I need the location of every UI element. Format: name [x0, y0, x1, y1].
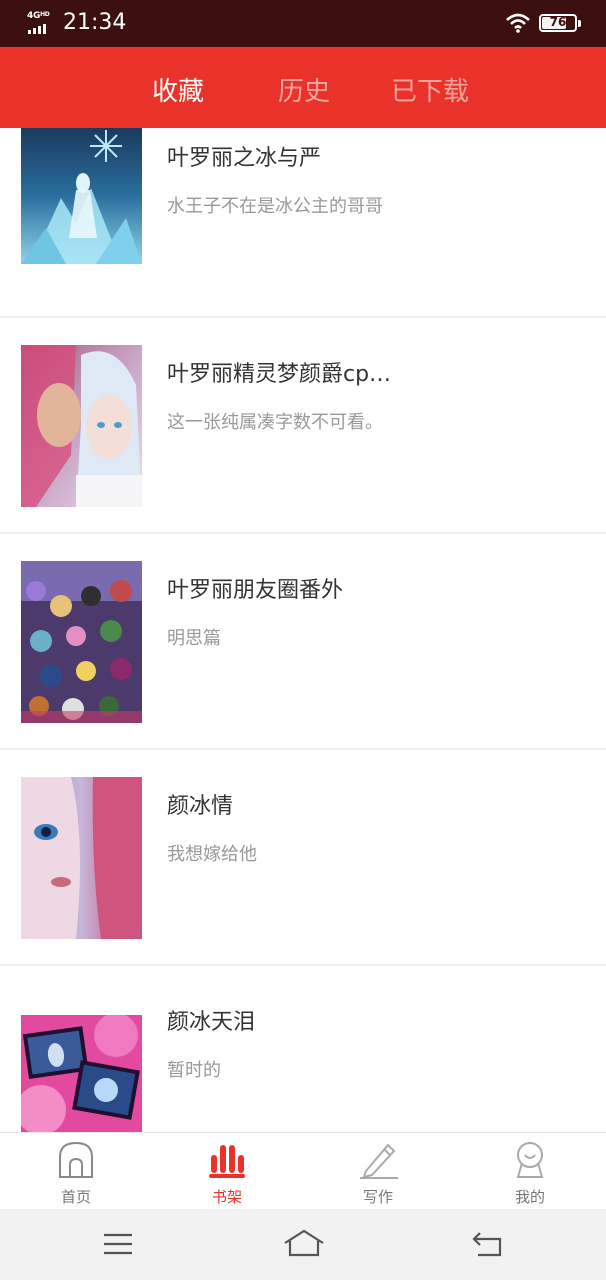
nav-write[interactable]: 写作 — [318, 1133, 438, 1210]
bookshelf-list: 叶罗丽之冰与严 水王子不在是冰公主的哥哥 叶罗丽精灵梦颜爵cp… 这一张纯属凑字… — [0, 128, 606, 1132]
book-description: 暂时的 — [167, 1060, 221, 1081]
system-home-icon[interactable] — [283, 1229, 325, 1259]
nav-write-label: 写作 — [362, 1188, 393, 1206]
book-cover — [21, 1015, 142, 1132]
pen-icon — [360, 1143, 398, 1179]
book-item[interactable]: 颜冰天泪 暂时的 — [0, 966, 606, 1132]
network-indicator: 4GHD — [26, 11, 56, 35]
nav-mine[interactable]: 我的 — [470, 1133, 590, 1210]
signal-icon — [28, 24, 46, 34]
nav-home-label: 首页 — [60, 1188, 91, 1206]
system-nav-bar — [0, 1209, 606, 1280]
bottom-nav: 首页 书架 写作 我的 — [0, 1132, 606, 1209]
book-item[interactable]: 叶罗丽之冰与严 水王子不在是冰公主的哥哥 — [0, 128, 606, 318]
nav-bookshelf[interactable]: 书架 — [167, 1133, 287, 1210]
book-description: 我想嫁给他 — [167, 844, 257, 865]
network-label: 4GHD — [27, 11, 50, 21]
book-description: 明思篇 — [167, 628, 221, 649]
nav-home[interactable]: 首页 — [16, 1133, 136, 1210]
battery-level: 76 — [549, 15, 567, 29]
book-cover — [21, 777, 142, 939]
tab-history[interactable]: 历史 — [278, 71, 330, 108]
tab-favorites[interactable]: 收藏 — [152, 71, 204, 108]
bookshelf-icon — [209, 1145, 245, 1178]
status-time: 21:34 — [63, 10, 127, 35]
book-cover — [21, 128, 142, 264]
book-description: 水王子不在是冰公主的哥哥 — [167, 196, 383, 217]
book-title: 叶罗丽朋友圈番外 — [167, 578, 344, 603]
profile-icon — [516, 1142, 544, 1178]
home-icon — [59, 1141, 93, 1178]
book-title: 叶罗丽精灵梦颜爵cp… — [167, 362, 392, 387]
book-item[interactable]: 颜冰情 我想嫁给他 — [0, 750, 606, 966]
battery-indicator: 76 — [539, 14, 581, 32]
nav-bookshelf-label: 书架 — [211, 1188, 242, 1206]
book-item[interactable]: 叶罗丽朋友圈番外 明思篇 — [0, 534, 606, 750]
wifi-icon — [506, 13, 530, 33]
top-tab-bar: 收藏 历史 已下载 — [0, 47, 606, 128]
back-icon[interactable] — [472, 1229, 504, 1259]
battery-tip — [578, 20, 581, 27]
tab-downloaded[interactable]: 已下载 — [391, 71, 469, 108]
book-title: 颜冰天泪 — [167, 1010, 256, 1035]
menu-icon[interactable] — [103, 1229, 133, 1259]
book-item[interactable]: 叶罗丽精灵梦颜爵cp… 这一张纯属凑字数不可看。 — [0, 318, 606, 534]
book-cover — [21, 345, 142, 507]
book-title: 颜冰情 — [167, 794, 234, 819]
book-cover — [21, 561, 142, 723]
nav-mine-label: 我的 — [514, 1188, 545, 1206]
status-bar: 4GHD 21:34 76 — [0, 0, 606, 47]
book-title: 叶罗丽之冰与严 — [167, 146, 322, 171]
book-description: 这一张纯属凑字数不可看。 — [167, 412, 383, 433]
